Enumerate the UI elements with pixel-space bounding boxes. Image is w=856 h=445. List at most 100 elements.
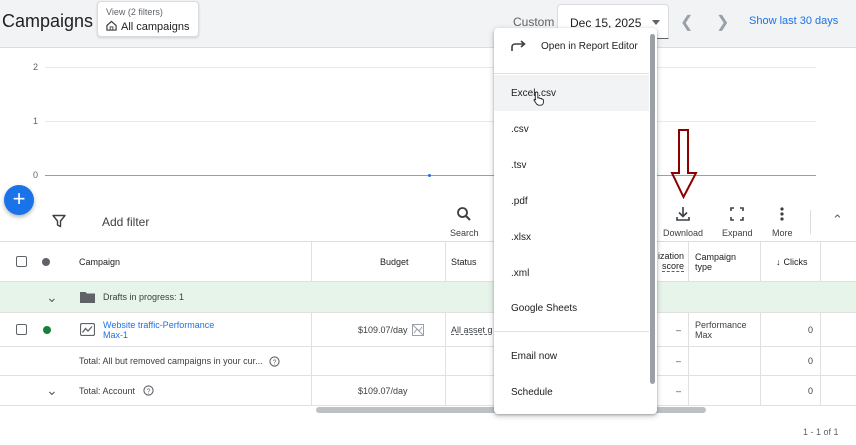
chevron-down-icon[interactable]: ⌄ [46,282,58,312]
col-header-budget[interactable]: Budget [380,242,409,281]
menu-separator [494,331,649,332]
view-name: All campaigns [121,21,190,33]
search-button[interactable]: Search [450,206,479,238]
budget-value: $109.07/day [358,324,408,335]
col-header-clicks[interactable]: ↓ Clicks [776,242,808,281]
campaign-type-value: Performance Max [695,313,747,346]
annotation-arrow-icon [670,129,698,202]
grid-line [45,121,816,122]
col-header-campaign-type-line1: Campaign [695,251,737,262]
pagination-label: 1 - 1 of 1 [803,427,839,437]
menu-item-excel-csv[interactable]: Excel .csv [494,75,649,111]
more-vert-icon [772,206,793,222]
chevron-right-icon[interactable]: ❯ [716,12,729,32]
col-header-campaign-type-line2: type [695,261,713,272]
y-tick-label: 1 [33,116,39,126]
menu-item-xlsx[interactable]: .xlsx [494,219,649,255]
status-dot-icon [42,257,50,266]
total-account-budget: $109.07/day [358,385,408,396]
table-toolbar: Add filter Search Download Expand More ⌃ [0,200,856,242]
drafts-label: Drafts in progress: 1 [103,292,185,302]
download-button[interactable]: Download [663,206,703,238]
search-label: Search [450,228,479,238]
show-last-30-days-link[interactable]: Show last 30 days [749,15,838,27]
col-header-campaign-type[interactable]: Campaign type [695,242,736,281]
search-icon [450,206,479,222]
svg-text:?: ? [147,388,151,395]
menu-item-label: Open in Report Editor [541,40,638,52]
expand-button[interactable]: Expand [722,206,753,238]
col-header-campaign[interactable]: Campaign [79,242,120,281]
more-button[interactable]: More [772,206,793,238]
campaign-type-line2: Max [695,329,713,340]
hand-cursor-icon [533,91,545,109]
performance-max-icon [80,313,95,346]
help-icon[interactable]: ? [143,376,154,405]
col-header-status[interactable]: Status [451,242,477,281]
more-label: More [772,228,793,238]
download-icon [663,206,703,222]
view-filter-count: View (2 filters) [106,7,163,17]
sort-arrow-down-icon: ↓ [776,256,781,267]
view-selector[interactable]: View (2 filters) All campaigns [97,1,199,37]
total-account-label: Total: Account [79,385,136,396]
menu-item-tsv[interactable]: .tsv [494,147,649,183]
menu-item-xml[interactable]: .xml [494,255,649,291]
folder-icon [80,282,95,312]
chevron-down-icon[interactable]: ⌄ [46,376,58,405]
campaign-type-line1: Performance [695,319,747,330]
expand-label: Expand [722,228,753,238]
budget-chart-icon[interactable] [412,313,424,346]
select-all-checkbox[interactable] [16,256,27,267]
open-in-editor-icon [511,40,527,52]
y-tick-label: 0 [33,170,39,180]
enabled-status-dot-icon [43,325,51,334]
col-header-clicks-label: Clicks [783,256,808,267]
menu-separator [494,73,649,74]
menu-item-pdf[interactable]: .pdf [494,183,649,219]
filter-icon[interactable] [52,214,66,231]
table-row: Website traffic-Performance Max-1 $109.0… [0,313,856,347]
chevron-up-icon[interactable]: ⌃ [832,212,843,228]
menu-item-open-in-report-editor[interactable]: Open in Report Editor [494,28,649,64]
row-checkbox[interactable] [16,324,27,335]
date-range-label: Custom [513,15,555,29]
col-header-optimization-score-line2: score [661,261,684,272]
total-account-optimization-score: – [676,385,682,396]
campaign-name-link[interactable]: Website traffic-Performance Max-1 [103,313,214,346]
campaign-name-line1: Website traffic-Performance [103,319,215,330]
svg-text:?: ? [273,359,277,366]
menu-scrollbar[interactable] [650,34,655,384]
total-all-optimization-score: – [676,356,682,366]
total-row-account: ⌄ Total: Account ? $109.07/day – 0 [0,376,856,406]
chevron-left-icon[interactable]: ❮ [680,12,693,32]
download-label: Download [663,228,704,238]
chart-data-point [428,174,431,177]
expand-icon [722,206,753,222]
menu-item-schedule[interactable]: Schedule [494,374,649,410]
caret-down-icon [652,20,660,25]
download-menu: Open in Report Editor Excel .csv .csv .t… [494,28,657,414]
page-title: Campaigns [2,11,94,31]
optimization-score-value: – [676,324,682,335]
drafts-row[interactable]: ⌄ Drafts in progress: 1 [0,282,856,313]
help-icon[interactable]: ? [269,347,280,375]
total-row-all: Total: All but removed campaigns in your… [0,347,856,376]
total-account-clicks: 0 [808,385,814,396]
y-tick-label: 2 [33,62,39,72]
add-filter-button[interactable]: Add filter [102,215,149,229]
grid-line [45,67,816,68]
menu-item-google-sheets[interactable]: Google Sheets [494,290,649,326]
table-header-row: Campaign Budget Status ization score Cam… [0,242,856,282]
menu-item-email-now[interactable]: Email now [494,338,649,374]
status-value[interactable]: All asset g [451,313,493,346]
home-icon [106,20,117,34]
page-header: Campaigns View (2 filters) All campaigns… [0,0,856,48]
menu-item-csv[interactable]: .csv [494,111,649,147]
campaign-name-line2: Max-1 [103,329,129,340]
total-all-clicks: 0 [808,356,814,366]
performance-chart: 2 1 0 [0,48,856,198]
total-all-label: Total: All but removed campaigns in your… [79,356,263,366]
clicks-value: 0 [808,324,814,335]
toolbar-divider [810,210,811,234]
